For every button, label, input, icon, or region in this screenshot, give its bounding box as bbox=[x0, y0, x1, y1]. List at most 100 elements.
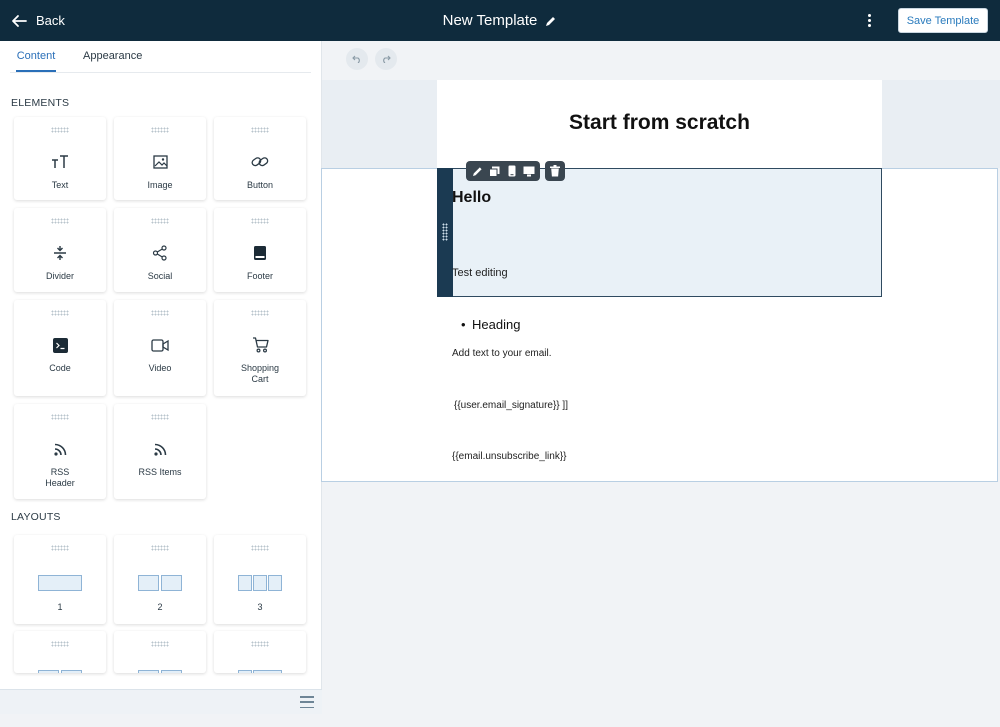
share-icon bbox=[150, 243, 170, 263]
element-button[interactable]: Button bbox=[214, 117, 306, 200]
title-area: New Template bbox=[0, 0, 1000, 41]
redo-icon bbox=[383, 55, 391, 63]
edit-icon[interactable] bbox=[470, 163, 486, 179]
element-shopping-cart[interactable]: Shopping Cart bbox=[214, 300, 306, 396]
drag-handle-icon bbox=[51, 545, 69, 551]
image-icon bbox=[150, 152, 170, 172]
layout-label: 2 bbox=[157, 602, 163, 612]
delete-button[interactable] bbox=[545, 161, 565, 181]
layout-label: 3 bbox=[257, 602, 263, 612]
undo-button[interactable] bbox=[346, 48, 368, 70]
signature-placeholder[interactable]: {{user.email_signature}} ]] bbox=[454, 400, 568, 411]
tab-content[interactable]: Content bbox=[16, 41, 56, 72]
element-image[interactable]: Image bbox=[114, 117, 206, 200]
element-divider[interactable]: Divider bbox=[14, 208, 106, 292]
template-title[interactable]: New Template bbox=[443, 12, 538, 29]
drag-handle-icon bbox=[51, 641, 69, 647]
terminal-icon bbox=[50, 335, 70, 355]
divider-icon bbox=[50, 243, 70, 263]
layout-preview-icon bbox=[238, 665, 282, 673]
block-drag-handle[interactable] bbox=[437, 168, 453, 297]
element-label: Button bbox=[246, 180, 274, 190]
element-label: Code bbox=[49, 363, 71, 373]
one-column-icon bbox=[14, 575, 106, 591]
element-video[interactable]: Video bbox=[114, 300, 206, 396]
drag-handle-icon bbox=[51, 414, 69, 420]
drag-dots-icon bbox=[442, 223, 448, 241]
drag-handle-icon bbox=[51, 218, 69, 224]
element-text[interactable]: Text bbox=[14, 117, 106, 200]
arrow-left-icon bbox=[12, 14, 27, 27]
element-label: Social bbox=[147, 271, 173, 281]
email-heading[interactable]: Start from scratch bbox=[437, 111, 882, 135]
element-label: Divider bbox=[45, 271, 74, 281]
sidebar-tabs: Content Appearance bbox=[0, 41, 322, 73]
save-template-button[interactable]: Save Template bbox=[898, 8, 988, 33]
unsubscribe-placeholder[interactable]: {{email.unsubscribe_link}} bbox=[452, 451, 567, 462]
layout-card[interactable] bbox=[14, 631, 106, 673]
layout-3-columns[interactable]: 3 bbox=[214, 535, 306, 624]
footer-icon bbox=[250, 243, 270, 263]
mobile-icon[interactable] bbox=[504, 163, 520, 179]
more-options-icon[interactable] bbox=[860, 11, 878, 29]
drag-handle-icon bbox=[51, 127, 69, 133]
drag-handle-icon bbox=[51, 310, 69, 316]
element-label: Shopping Cart bbox=[240, 363, 280, 384]
tab-divider bbox=[10, 72, 311, 73]
cart-icon bbox=[250, 335, 270, 355]
two-column-icon bbox=[114, 575, 206, 591]
sidebar-footer bbox=[0, 689, 322, 714]
layout-1-column[interactable]: 1 bbox=[14, 535, 106, 624]
link-icon bbox=[250, 152, 270, 172]
drag-handle-icon bbox=[151, 218, 169, 224]
element-footer[interactable]: Footer bbox=[214, 208, 306, 292]
layout-preview-icon bbox=[138, 665, 182, 673]
add-text-paragraph[interactable]: Add text to your email. bbox=[452, 348, 552, 359]
drag-handle-icon bbox=[151, 545, 169, 551]
drag-handle-icon bbox=[151, 414, 169, 420]
trash-icon bbox=[550, 165, 560, 177]
element-label: Video bbox=[148, 363, 172, 373]
selected-block-title[interactable]: Hello bbox=[452, 189, 491, 207]
layouts-heading: LAYOUTS bbox=[11, 511, 61, 523]
element-label: RSS Header bbox=[45, 467, 75, 488]
back-label: Back bbox=[36, 13, 65, 28]
element-code[interactable]: Code bbox=[14, 300, 106, 396]
layout-2-columns[interactable]: 2 bbox=[114, 535, 206, 624]
drag-handle-icon bbox=[151, 641, 169, 647]
pencil-icon[interactable] bbox=[545, 15, 557, 27]
block-toolbar bbox=[466, 161, 540, 181]
drag-handle-icon bbox=[251, 127, 269, 133]
layout-card[interactable] bbox=[214, 631, 306, 673]
element-label: Image bbox=[147, 180, 173, 190]
video-icon bbox=[150, 335, 170, 355]
element-rss-header[interactable]: RSS Header bbox=[14, 404, 106, 499]
sidebar: Content Appearance ELEMENTS Text Image B… bbox=[0, 41, 322, 714]
duplicate-icon[interactable] bbox=[487, 163, 503, 179]
elements-heading: ELEMENTS bbox=[11, 97, 70, 109]
desktop-icon[interactable] bbox=[521, 163, 537, 179]
element-rss-items[interactable]: RSS Items bbox=[114, 404, 206, 499]
top-bar: Back New Template Save Template bbox=[0, 0, 1000, 41]
element-label: Text bbox=[51, 180, 69, 190]
layout-preview-icon bbox=[38, 665, 82, 673]
element-social[interactable]: Social bbox=[114, 208, 206, 292]
redo-button[interactable] bbox=[375, 48, 397, 70]
element-label: Footer bbox=[246, 271, 273, 281]
menu-icon[interactable] bbox=[300, 696, 314, 708]
undo-icon bbox=[352, 55, 360, 63]
element-label: RSS Items bbox=[138, 467, 182, 477]
layout-card[interactable] bbox=[114, 631, 206, 673]
selected-block-text[interactable]: Test editing bbox=[452, 267, 508, 279]
rss-icon bbox=[150, 439, 170, 459]
layout-label: 1 bbox=[57, 602, 63, 612]
drag-handle-icon bbox=[251, 545, 269, 551]
back-button[interactable]: Back bbox=[10, 0, 65, 41]
drag-handle-icon bbox=[151, 310, 169, 316]
tab-appearance[interactable]: Appearance bbox=[83, 41, 142, 72]
drag-handle-icon bbox=[151, 127, 169, 133]
drag-handle-icon bbox=[251, 641, 269, 647]
text-icon bbox=[50, 152, 70, 172]
bullet-heading[interactable]: Heading bbox=[461, 317, 521, 332]
drag-handle-icon bbox=[251, 218, 269, 224]
